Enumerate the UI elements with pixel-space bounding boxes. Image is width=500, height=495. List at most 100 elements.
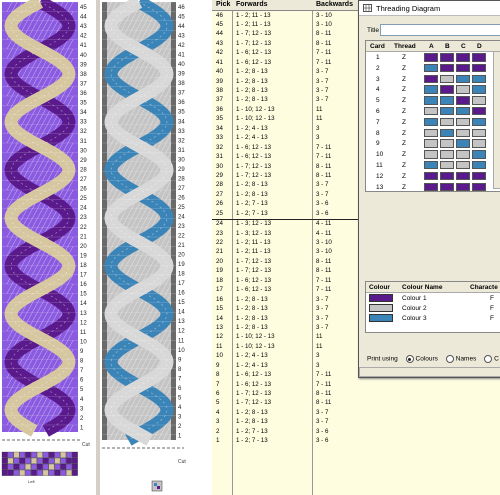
- card-row[interactable]: 1Z: [366, 52, 500, 63]
- hole-b-cell[interactable]: [440, 74, 454, 84]
- hole-d-cell[interactable]: [472, 139, 486, 148]
- hole-b-cell[interactable]: [440, 63, 454, 73]
- threading-cell: [36, 451, 43, 458]
- hole-d-cell[interactable]: [472, 74, 486, 84]
- hole-b-cell[interactable]: [440, 182, 454, 192]
- hole-a-cell[interactable]: [424, 182, 438, 192]
- hole-a-cell[interactable]: [424, 85, 438, 94]
- hole-c-cell[interactable]: [456, 63, 470, 73]
- hole-c-cell[interactable]: [456, 182, 470, 192]
- radio-third-label[interactable]: C: [494, 356, 499, 363]
- hole-a-cell[interactable]: [424, 139, 438, 148]
- hole-d-cell[interactable]: [472, 85, 486, 94]
- card-row[interactable]: 13 Z: [366, 182, 500, 193]
- colour-row[interactable]: Colour 1 F: [366, 293, 500, 303]
- card-row[interactable]: 10 Z: [366, 149, 500, 160]
- hole-d-cell[interactable]: [472, 160, 486, 170]
- pick-row[interactable]: 4 1 - 2; 8 - 13 3 - 7: [212, 408, 500, 417]
- pick-number: 31: [216, 153, 223, 161]
- hole-c-cell[interactable]: [456, 96, 470, 105]
- backwards-cards: 3 - 7: [316, 295, 329, 303]
- hole-c-cell[interactable]: [456, 106, 470, 116]
- hole-b-cell[interactable]: [440, 53, 454, 62]
- pick-row[interactable]: 5 1 - 7; 12 - 13 8 - 11: [212, 399, 500, 408]
- hole-b-cell[interactable]: [440, 160, 454, 170]
- colour-swatch[interactable]: [369, 314, 393, 322]
- dialog-horizontal-scrollbar[interactable]: [359, 367, 500, 377]
- radio-third-option[interactable]: [484, 355, 493, 363]
- hole-b-cell[interactable]: [440, 171, 454, 181]
- hole-c-cell[interactable]: [456, 74, 470, 84]
- hole-d-cell[interactable]: [472, 117, 486, 127]
- card-row[interactable]: 5Z: [366, 95, 500, 106]
- hole-b-cell[interactable]: [440, 106, 454, 116]
- card-row[interactable]: 11 Z: [366, 160, 500, 171]
- radio-names-label[interactable]: Names: [456, 356, 477, 363]
- title-input[interactable]: [380, 24, 500, 36]
- hole-a-cell[interactable]: [424, 74, 438, 84]
- card-row[interactable]: 8Z: [366, 128, 500, 139]
- card-row[interactable]: 4Z: [366, 84, 500, 95]
- hole-a-cell[interactable]: [424, 117, 438, 127]
- hole-a-cell[interactable]: [424, 53, 438, 62]
- pick-row[interactable]: 7 1 - 6; 12 - 13 7 - 11: [212, 380, 500, 389]
- cards-vertical-scrollbar[interactable]: [493, 51, 500, 189]
- hole-a-cell[interactable]: [424, 160, 438, 170]
- draft-pick-number: 20: [80, 244, 87, 250]
- pick-row[interactable]: 2 1 - 2; 7 - 13 3 - 6: [212, 427, 500, 436]
- hole-c-cell[interactable]: [456, 139, 470, 148]
- card-row[interactable]: 3Z: [366, 74, 500, 85]
- colour-swatch[interactable]: [369, 294, 393, 302]
- threading-cell: [31, 469, 37, 476]
- hole-b-cell[interactable]: [440, 128, 454, 138]
- hole-d-cell[interactable]: [472, 106, 486, 116]
- hole-c-cell[interactable]: [456, 171, 470, 181]
- header-colour: Colour: [369, 283, 390, 291]
- card-row[interactable]: 9Z: [366, 138, 500, 149]
- hole-d-cell[interactable]: [472, 96, 486, 105]
- hole-a-cell[interactable]: [424, 63, 438, 73]
- forwards-cards: 1 - 2; 11 - 13: [236, 248, 271, 256]
- hole-b-cell[interactable]: [440, 150, 454, 159]
- hole-b-cell[interactable]: [440, 96, 454, 105]
- pick-row[interactable]: 1 1 - 2; 7 - 13 3 - 6: [212, 437, 500, 446]
- radio-colours[interactable]: [405, 355, 414, 363]
- forwards-cards: 1 - 6; 12 - 13: [236, 49, 272, 57]
- radio-colours-label[interactable]: Colours: [416, 356, 438, 363]
- hole-a-cell[interactable]: [424, 106, 438, 116]
- hole-b-cell[interactable]: [440, 117, 454, 127]
- colour-row[interactable]: Colour 3 F: [366, 313, 500, 323]
- colour-row[interactable]: Colour 2 F: [366, 303, 500, 313]
- window-titlebar[interactable]: Threading Diagram: [359, 1, 500, 16]
- header-forwards[interactable]: Forwards: [236, 1, 268, 8]
- hole-d-cell[interactable]: [472, 53, 486, 62]
- hole-d-cell[interactable]: [472, 150, 486, 159]
- hole-b-cell[interactable]: [440, 139, 454, 148]
- hole-c-cell[interactable]: [456, 117, 470, 127]
- card-row[interactable]: 2Z: [366, 63, 500, 74]
- hole-c-cell[interactable]: [456, 85, 470, 94]
- hole-c-cell[interactable]: [456, 53, 470, 62]
- hole-c-cell[interactable]: [456, 160, 470, 170]
- header-pick[interactable]: Pick: [216, 1, 230, 8]
- hole-d-cell[interactable]: [472, 63, 486, 73]
- hole-c-cell[interactable]: [456, 128, 470, 138]
- hole-a-cell[interactable]: [424, 150, 438, 159]
- card-row[interactable]: 12 Z: [366, 171, 500, 182]
- hole-d-cell[interactable]: [472, 171, 486, 181]
- card-row[interactable]: 6Z: [366, 106, 500, 117]
- pick-row[interactable]: 3 1 - 2; 8 - 13 3 - 7: [212, 418, 500, 427]
- hole-b-cell[interactable]: [440, 85, 454, 94]
- pick-row[interactable]: 6 1 - 7; 12 - 13 8 - 11: [212, 390, 500, 399]
- hole-d-cell[interactable]: [472, 182, 486, 192]
- draft-pick-number: 30: [80, 148, 87, 154]
- hole-a-cell[interactable]: [424, 128, 438, 138]
- card-row[interactable]: 7Z: [366, 117, 500, 128]
- hole-a-cell[interactable]: [424, 171, 438, 181]
- hole-a-cell[interactable]: [424, 96, 438, 105]
- colour-swatch[interactable]: [369, 304, 393, 312]
- hole-c-cell[interactable]: [456, 150, 470, 159]
- header-backwards[interactable]: Backwards: [316, 1, 353, 8]
- radio-names[interactable]: [445, 355, 454, 363]
- hole-d-cell[interactable]: [472, 128, 486, 138]
